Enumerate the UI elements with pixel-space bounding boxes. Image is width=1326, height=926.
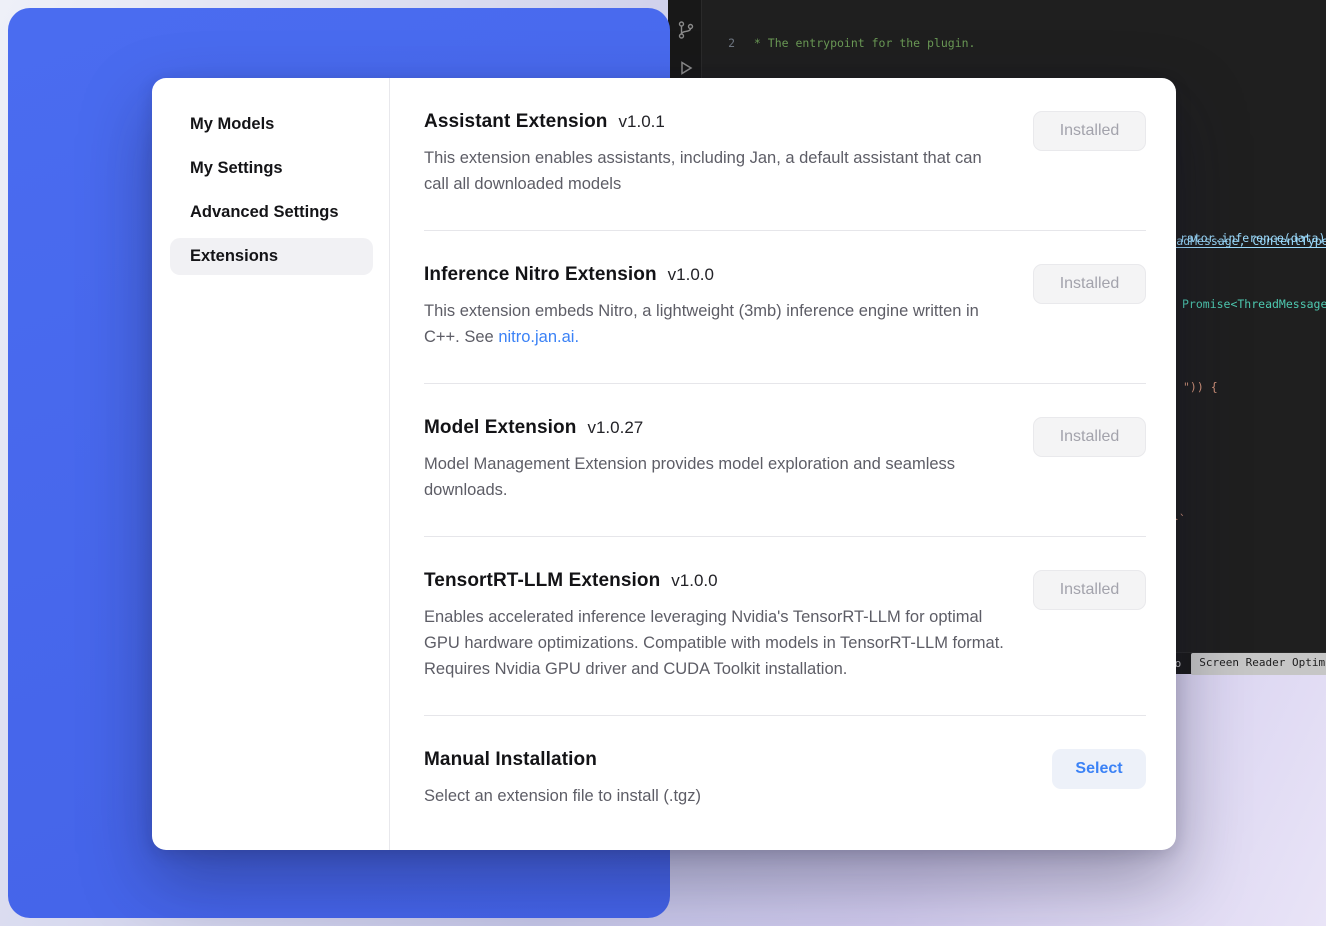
code-fragment: Promise<ThreadMessage> (1182, 296, 1326, 313)
sidebar-item-label: My Settings (190, 159, 283, 177)
extension-description: Enables accelerated inference leveraging… (424, 604, 1009, 682)
manual-installation-row: Manual Installation Select an extension … (424, 716, 1146, 842)
sidebar-item-label: My Models (190, 115, 274, 133)
sidebar-item-my-settings[interactable]: My Settings (170, 150, 373, 187)
sidebar-item-label: Advanced Settings (190, 203, 339, 221)
extension-version: v1.0.0 (671, 571, 717, 591)
line-number: 2 (703, 35, 747, 52)
settings-sidebar: My Models My Settings Advanced Settings … (152, 78, 390, 850)
installed-button[interactable]: Installed (1033, 570, 1146, 610)
installed-button[interactable]: Installed (1033, 264, 1146, 304)
extension-name: Assistant Extension (424, 111, 608, 133)
extension-row-assistant: Assistant Extension v1.0.1 This extensio… (424, 78, 1146, 231)
extension-row-nitro: Inference Nitro Extension v1.0.0 This ex… (424, 231, 1146, 384)
code-line: 2 * The entrypoint for the plugin. (703, 35, 1326, 52)
extension-row-model: Model Extension v1.0.27 Model Management… (424, 384, 1146, 537)
nitro-jan-ai-link[interactable]: nitro.jan.ai. (498, 328, 579, 346)
settings-modal: My Models My Settings Advanced Settings … (152, 78, 1176, 850)
extension-version: v1.0.27 (587, 418, 643, 438)
git-branch-icon[interactable] (676, 20, 696, 40)
installed-button[interactable]: Installed (1033, 417, 1146, 457)
extensions-panel: Assistant Extension v1.0.1 This extensio… (390, 78, 1176, 850)
extension-version: v1.0.1 (619, 112, 665, 132)
extension-description: This extension enables assistants, inclu… (424, 145, 1009, 197)
extension-name: Inference Nitro Extension (424, 264, 657, 286)
extension-description: Model Management Extension provides mode… (424, 451, 1009, 503)
sidebar-item-my-models[interactable]: My Models (170, 106, 373, 143)
screen-reader-badge[interactable]: Screen Reader Optimize (1191, 653, 1326, 675)
sidebar-item-advanced-settings[interactable]: Advanced Settings (170, 194, 373, 231)
select-file-button[interactable]: Select (1052, 749, 1146, 789)
manual-installation-description: Select an extension file to install (.tg… (424, 783, 1009, 809)
code-fragment: rator.inference(data)); (1180, 230, 1326, 247)
run-debug-icon[interactable] (676, 58, 696, 78)
manual-installation-title: Manual Installation (424, 749, 597, 771)
desktop-background: 2 * The entrypoint for the plugin. 3 */ … (0, 0, 1326, 926)
extension-name: Model Extension (424, 417, 576, 439)
code-fragment: ")) { (1183, 379, 1218, 396)
code-text: * The entrypoint for the plugin. (747, 35, 975, 52)
installed-button[interactable]: Installed (1033, 111, 1146, 151)
extension-name: TensortRT-LLM Extension (424, 570, 660, 592)
extension-version: v1.0.0 (668, 265, 714, 285)
extension-description: This extension embeds Nitro, a lightweig… (424, 298, 1009, 350)
sidebar-item-extensions[interactable]: Extensions (170, 238, 373, 275)
sidebar-item-label: Extensions (190, 247, 278, 265)
extension-row-tensorrt: TensortRT-LLM Extension v1.0.0 Enables a… (424, 537, 1146, 716)
